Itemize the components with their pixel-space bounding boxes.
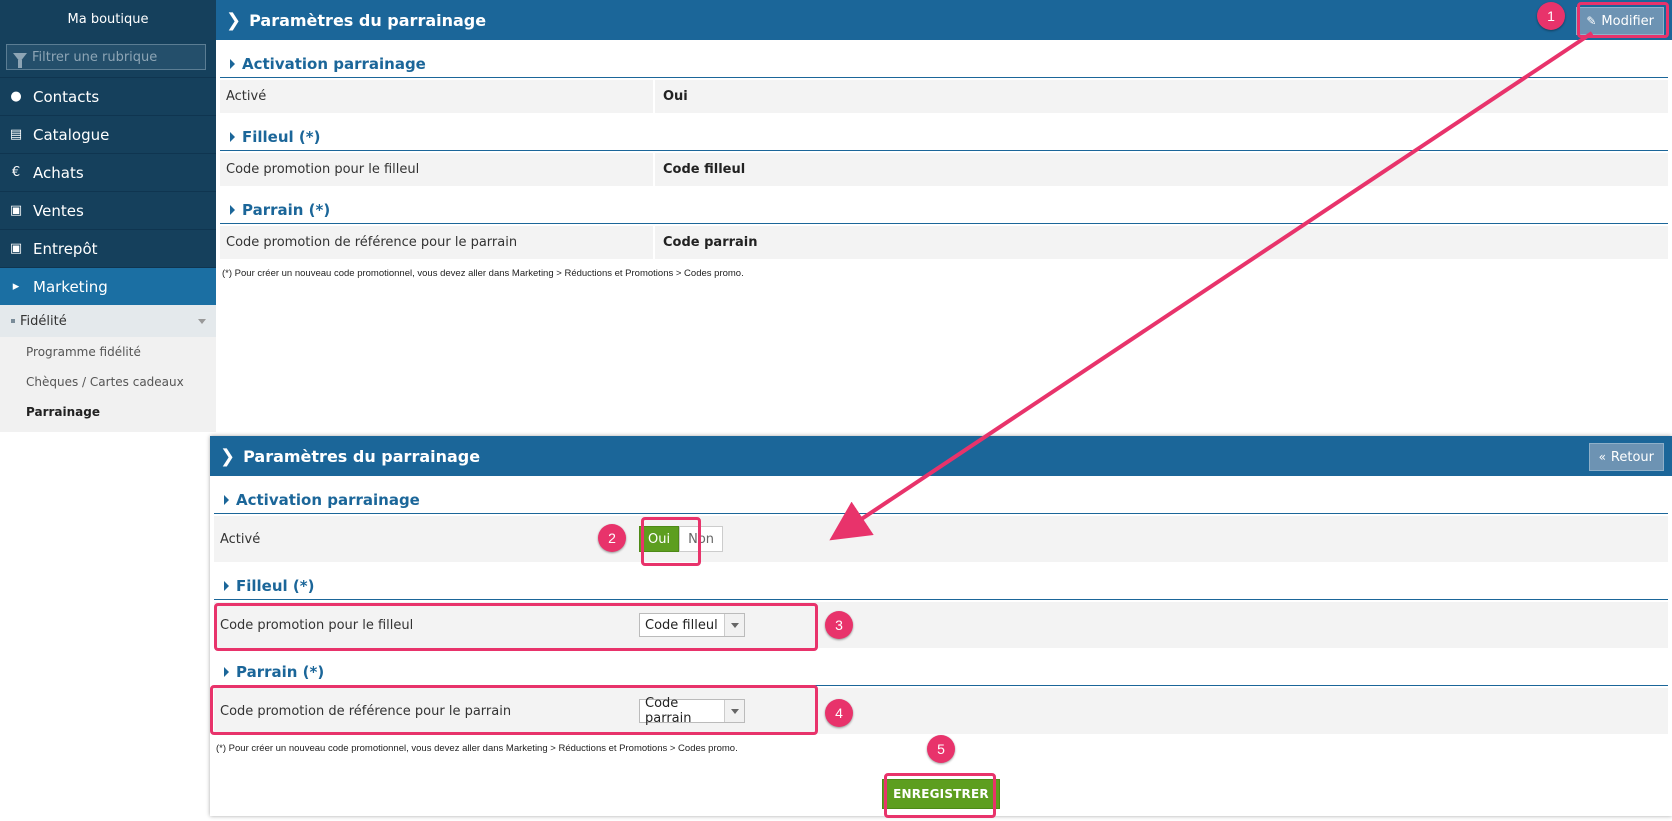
sidebar-item-marketing[interactable]: ▸ Marketing [0, 267, 216, 311]
book-icon: ▤ [9, 127, 23, 142]
user-icon: ● [10, 89, 22, 104]
section-title-parrain: Parrain (*) [220, 186, 1668, 224]
sidebar-item-ventes[interactable]: ▣ Ventes [0, 191, 216, 229]
annotation-badge-1: 1 [1537, 2, 1565, 30]
caret-right-icon [224, 581, 229, 591]
annotation-box-5 [884, 773, 996, 818]
annotation-box-3 [214, 603, 818, 651]
annotation-badge-2: 2 [598, 524, 626, 552]
sidebar-item-catalogue[interactable]: ▤ Catalogue [0, 115, 216, 153]
view-panel-header: ❯ Paramètres du parrainage ✎ Modifier [216, 0, 1672, 40]
annotation-box-2 [641, 517, 701, 566]
annotation-badge-5: 5 [927, 735, 955, 763]
row-value: Oui [663, 89, 688, 104]
sidebar-item-achats[interactable]: € Achats [0, 153, 216, 191]
caret-right-icon [230, 59, 235, 69]
row-value: Code filleul [663, 162, 746, 177]
caret-right-icon [230, 205, 235, 215]
edit-panel-title: Paramètres du parrainage [243, 446, 481, 466]
footnote: (*) Pour créer un nouveau code promotion… [222, 268, 744, 279]
row-label: Activé [220, 531, 261, 547]
filter-input[interactable]: Filtrer une rubrique [6, 44, 206, 70]
annotation-badge-3: 3 [825, 611, 853, 639]
sidebar: Ma boutique Filtrer une rubrique ● Conta… [0, 0, 216, 432]
section-title-activation: Activation parrainage [214, 476, 1668, 514]
double-chevron-left-icon: « [1598, 450, 1606, 464]
sidebar-item-entrepot[interactable]: ▣ Entrepôt [0, 229, 216, 267]
row-label: Code promotion pour le filleul [220, 153, 655, 186]
submenu-link-parrainage[interactable]: Parrainage [0, 397, 216, 427]
bullet-icon [11, 319, 15, 323]
annotation-box-1 [1577, 2, 1669, 38]
screenshot-stage: Ma boutique Filtrer une rubrique ● Conta… [0, 0, 1672, 821]
section-title-filleul: Filleul (*) [214, 562, 1668, 600]
submenu-group-fidelite[interactable]: Fidélité [0, 305, 216, 337]
caret-right-icon [230, 132, 235, 142]
edit-panel-header: ❯ Paramètres du parrainage « Retour [210, 436, 1672, 476]
caret-down-icon [198, 319, 206, 324]
row-active: Activé Oui [220, 80, 1668, 113]
shop-title: Ma boutique [0, 0, 216, 40]
annotation-box-4 [210, 685, 818, 735]
section-title-parrain: Parrain (*) [214, 648, 1668, 686]
retour-button[interactable]: « Retour [1588, 443, 1664, 471]
row-label: Code promotion de référence pour le parr… [220, 226, 655, 259]
row-code-parrain: Code promotion de référence pour le parr… [220, 226, 1668, 259]
marketing-submenu: Fidélité Programme fidélité Chèques / Ca… [0, 305, 216, 432]
sidebar-item-contacts[interactable]: ● Contacts [0, 77, 216, 115]
section-title-filleul: Filleul (*) [220, 113, 1668, 151]
annotation-badge-4: 4 [825, 699, 853, 727]
section-title-activation: Activation parrainage [220, 40, 1668, 78]
submenu-link-programme[interactable]: Programme fidélité [0, 337, 216, 367]
filter-placeholder: Filtrer une rubrique [32, 49, 158, 65]
submenu-link-cheques[interactable]: Chèques / Cartes cadeaux [0, 367, 216, 397]
cart-icon: ▣ [9, 203, 23, 218]
row-code-filleul: Code promotion pour le filleul Code fill… [220, 153, 1668, 186]
archive-icon: ▣ [9, 241, 23, 256]
megaphone-icon: ▸ [12, 279, 20, 294]
row-label: Activé [220, 80, 655, 113]
caret-right-icon [224, 667, 229, 677]
view-panel-title: Paramètres du parrainage [249, 10, 487, 30]
chevron-right-icon: ❯ [220, 445, 236, 467]
filter-icon [13, 52, 27, 68]
row-value: Code parrain [663, 235, 758, 250]
caret-right-icon [224, 495, 229, 505]
chevron-right-icon: ❯ [226, 9, 242, 31]
row-active: Activé Oui Non [214, 516, 1668, 562]
view-panel: ❯ Paramètres du parrainage ✎ Modifier Ac… [216, 0, 1672, 290]
euro-icon: € [11, 165, 21, 180]
